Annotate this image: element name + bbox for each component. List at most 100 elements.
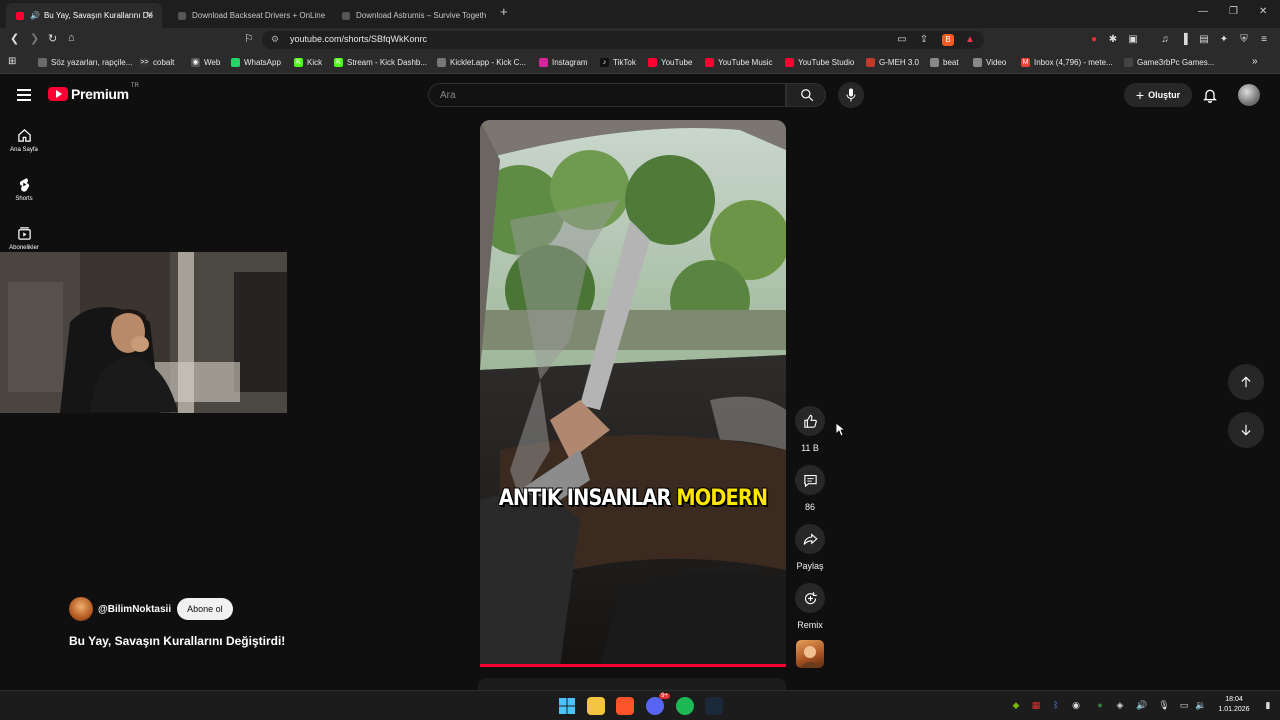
bookmark-item[interactable]: >> cobalt [140,58,174,67]
arrow-down-icon [1241,424,1251,436]
apps-grid-icon[interactable]: ⊞ [8,56,16,67]
spotify-icon[interactable] [676,697,694,715]
share-icon[interactable]: ⇪ [918,34,930,46]
wallet-icon[interactable]: ▤ [1198,34,1210,46]
search-button[interactable] [786,83,826,107]
bookmark-item[interactable]: WhatsApp [231,58,281,67]
bookmark-item[interactable]: YouTube Studio [785,58,854,67]
notifications-icon[interactable]: ▮ [1262,700,1274,711]
tab-close-icon[interactable]: ✕ [146,10,154,21]
nvidia-tray-icon[interactable]: ◆ [1010,700,1022,711]
sidebar-item-subscriptions[interactable]: Abonelikler [0,226,48,251]
url-field[interactable]: ⚙ youtube.com/shorts/SBfqWkKonrc ▭ ⇪ B ▲ [262,31,984,49]
voice-search-button[interactable] [838,82,864,108]
hamburger-menu-icon[interactable] [17,89,31,101]
tab-backseat[interactable]: Download Backseat Drivers + OnLine [168,3,328,28]
short-title[interactable]: Bu Yay, Savaşın Kurallarını Değiştirdi! [69,634,285,648]
bookmark-favicon-icon: ♪ [600,58,609,67]
bookmark-item[interactable]: Instagram [539,58,588,67]
brave-browser-icon[interactable] [616,697,634,715]
url-text: youtube.com/shorts/SBfqWkKonrc [290,34,428,44]
bookmark-item[interactable]: YouTube [648,58,692,67]
browser-menu-icon[interactable]: ≡ [1258,34,1270,46]
monitor-icon[interactable]: ▭ [1178,700,1190,711]
bookmark-favicon-icon [38,58,47,67]
extensions-icon[interactable]: ✱ [1107,34,1119,46]
bookmark-item[interactable]: ♪ TikTok [600,58,636,67]
share-button[interactable]: Paylaş [793,524,827,571]
sidebar-item-home[interactable]: Ana Sayfa [0,128,48,153]
account-avatar[interactable] [1238,84,1260,106]
screenshot-icon[interactable]: ▣ [1127,34,1139,46]
bookmark-item[interactable]: Kicklet.app - Kick C... [437,58,526,67]
restore-button[interactable]: ❐ [1229,6,1238,17]
tray-status-icon[interactable]: ● [1094,700,1106,710]
leo-ai-icon[interactable]: ✦ [1218,34,1230,46]
start-button[interactable] [558,697,576,715]
video-progress-bar[interactable] [480,664,786,667]
vpn-icon[interactable]: ⛨ [1238,34,1250,46]
bookmark-icon[interactable]: ⚐ [244,32,254,45]
more-bookmarks-icon[interactable]: » [1252,56,1258,67]
network-tray-icon[interactable]: ◈ [1114,700,1126,711]
sidebar-label: Ana Sayfa [10,147,38,153]
bookmark-item[interactable]: Game3rbPc Games... [1124,58,1214,67]
bookmark-item[interactable]: YouTube Music [705,58,773,67]
steam-tray-icon[interactable]: ◉ [1070,700,1082,711]
music-icon[interactable]: ♫ [1159,34,1171,46]
share-arrow-icon [803,532,818,545]
sidebar-label: Shorts [15,196,33,202]
cast-icon[interactable]: ▭ [896,34,908,46]
close-window-button[interactable]: ✕ [1259,6,1267,17]
subscribe-button[interactable]: Abone ol [177,598,233,620]
audio-playing-icon[interactable]: 🔊 [30,11,40,20]
discord-icon[interactable]: 9+ [646,693,670,715]
sidebar-toggle-icon[interactable]: ▐ [1178,34,1190,46]
bookmark-item[interactable]: K Stream - Kick Dashb... [334,58,427,67]
back-button[interactable]: ❮ [10,32,19,45]
brave-shield-icon[interactable]: B [942,34,954,46]
site-settings-icon[interactable]: ⚙ [271,34,279,45]
search-input[interactable]: Ara [428,83,786,107]
previous-short-button[interactable] [1228,364,1264,400]
bookmark-item[interactable]: Video [973,58,1006,67]
home-button[interactable]: ⌂ [68,32,75,44]
next-short-button[interactable] [1228,412,1264,448]
bookmark-item[interactable]: beat [930,58,959,67]
minimize-button[interactable]: — [1198,6,1208,17]
sidebar-item-shorts[interactable]: Shorts [0,177,48,202]
channel-name[interactable]: @BilimNoktasii [98,604,171,615]
tab-astrumis[interactable]: Download Astrumis – Survive Togeth [332,3,492,28]
new-tab-button[interactable]: + [500,4,508,19]
youtube-premium-logo[interactable]: Premium TR [48,83,139,102]
volume-icon[interactable]: 🔉 [1195,700,1207,711]
tray-app-icon[interactable]: ▦ [1030,700,1042,711]
system-clock[interactable]: 18:04 1.01.2026 [1212,695,1256,715]
like-button[interactable]: 11 B [793,406,827,453]
channel-avatar[interactable] [69,597,93,621]
microphone-tray-icon[interactable]: 🎙 [1158,700,1170,711]
bookmark-item[interactable]: Söz yazarları, rapçile... [38,58,132,67]
record-icon[interactable]: ● [1088,34,1100,46]
bookmark-item[interactable]: G-MEH 3.0 [866,58,919,67]
bookmark-item[interactable]: M Inbox (4,796) - mete... [1021,58,1113,67]
steam-icon[interactable] [705,697,723,715]
notifications-bell-icon[interactable] [1202,87,1218,103]
bookmark-item[interactable]: ◉ Web [191,58,220,67]
bookmark-item[interactable]: K Kick [294,58,322,67]
tab-active[interactable]: 🔊 Bu Yay, Savaşın Kurallarını De ✕ [6,3,162,28]
bookmark-label: Instagram [552,58,588,67]
file-explorer-icon[interactable] [587,697,605,715]
tab-title: Bu Yay, Savaşın Kurallarını De [43,11,153,20]
create-button[interactable]: + Oluştur [1124,83,1192,107]
comments-button[interactable]: 86 [793,465,827,512]
next-short-preview[interactable] [478,678,786,690]
shorts-video-player[interactable]: ANTIK INSANLAR MODERN [480,120,786,666]
brave-rewards-icon[interactable]: ▲ [964,34,976,46]
channel-thumbnail[interactable] [796,640,824,668]
bluetooth-icon[interactable]: ᛒ [1050,700,1062,710]
speaker-icon[interactable]: 🔊 [1136,700,1148,711]
remix-button[interactable]: Remix [793,583,827,630]
forward-button[interactable]: ❯ [30,32,39,45]
reload-button[interactable]: ↻ [48,32,57,45]
